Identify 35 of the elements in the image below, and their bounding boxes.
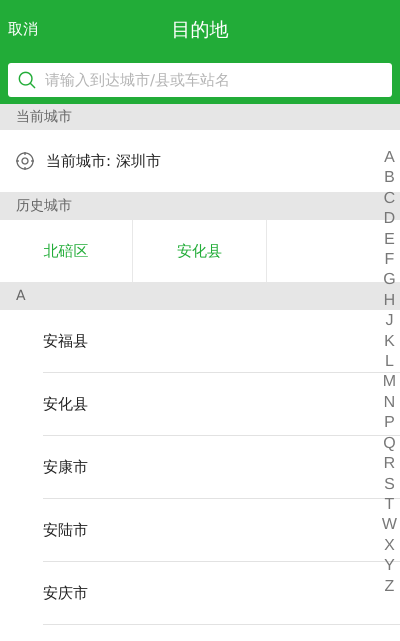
index-letter[interactable]: S (384, 474, 395, 495)
cancel-button[interactable]: 取消 (8, 18, 38, 41)
index-letter[interactable]: C (384, 188, 396, 210)
index-letter[interactable]: J (385, 311, 394, 332)
index-letter[interactable]: Z (384, 576, 394, 597)
index-letter[interactable]: Y (384, 556, 395, 577)
index-letter[interactable]: M (382, 372, 396, 393)
section-label: 历史城市 (16, 197, 72, 215)
city-item[interactable]: 安康市 (43, 458, 88, 476)
index-letter[interactable]: W (382, 515, 397, 536)
city-item[interactable]: 安陆市 (43, 520, 88, 540)
location-icon (15, 151, 35, 171)
index-letter[interactable]: G (383, 270, 396, 291)
index-letter[interactable]: X (384, 536, 395, 556)
index-letter[interactable]: E (384, 230, 395, 250)
index-letter[interactable]: A (384, 148, 395, 168)
page-title: 目的地 (172, 18, 228, 43)
index-letter[interactable]: T (384, 494, 394, 516)
section-label: A (16, 288, 26, 304)
search-field[interactable]: 请输入到达城市/县或车站名 (8, 63, 392, 97)
index-letter[interactable]: Q (383, 434, 396, 454)
city-item[interactable]: 安化县 (43, 394, 88, 414)
current-city-label[interactable]: 当前城市: 深圳市 (46, 152, 161, 170)
index-letter[interactable]: L (384, 352, 394, 372)
section-label: 当前城市 (16, 108, 72, 126)
index-letter[interactable]: P (384, 413, 395, 434)
index-letter[interactable]: B (384, 168, 395, 189)
index-letter[interactable]: R (384, 454, 396, 474)
index-letter[interactable]: F (384, 250, 394, 270)
index-letter[interactable]: K (384, 332, 395, 352)
city-item[interactable]: 安福县 (43, 332, 88, 350)
index-letter[interactable]: D (384, 209, 396, 230)
index-letter[interactable]: H (384, 290, 396, 312)
city-item[interactable]: 安庆市 (43, 584, 88, 602)
index-letter[interactable]: N (384, 392, 396, 414)
